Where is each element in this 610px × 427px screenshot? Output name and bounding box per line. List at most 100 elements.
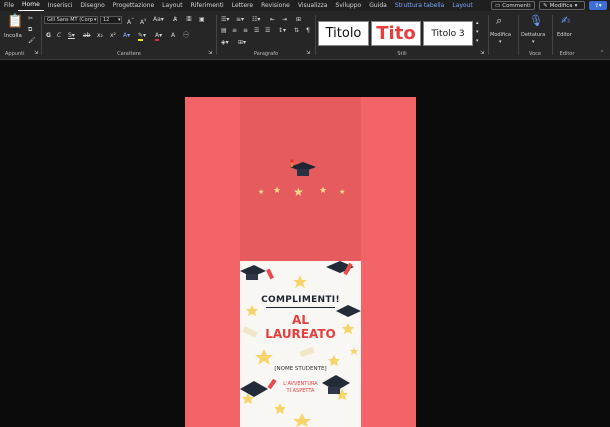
share-button[interactable]: ⇪▾ xyxy=(589,1,607,10)
stars-row: ★ ★ ★ ★ ★ xyxy=(255,185,350,199)
tab-layout-tabella[interactable]: Layout xyxy=(448,0,476,11)
format-painter-icon[interactable]: 🖌 xyxy=(28,37,36,45)
bold-icon[interactable]: G xyxy=(46,32,51,40)
star-icon: ★ xyxy=(319,186,328,196)
style-titolo-2-label: Tito xyxy=(376,23,416,44)
tab-guida[interactable]: Guida xyxy=(365,0,391,11)
tab-revisione[interactable]: Revisione xyxy=(257,0,294,11)
edit-mode-button[interactable]: ✎ Modifica ▾ xyxy=(539,1,585,10)
line-spacing-icon[interactable]: ↕▾ xyxy=(278,27,286,35)
star-icon: ★ xyxy=(339,188,346,196)
justify-icon[interactable]: ☰ xyxy=(254,27,259,35)
card-title-line2: LAUREATO xyxy=(265,327,336,341)
style-titolo[interactable]: Titolo xyxy=(318,21,369,46)
style-titolo-3[interactable]: Titolo 3 xyxy=(423,21,473,46)
tab-visualizza[interactable]: Visualizza xyxy=(294,0,332,11)
character-shading-icon[interactable]: A xyxy=(171,32,175,40)
character-border-icon[interactable]: ▣ xyxy=(199,16,205,24)
dialog-launcher-icon[interactable]: ⇲ xyxy=(34,49,38,57)
scroll-down-icon[interactable]: ▾ xyxy=(476,28,479,36)
align-left-icon[interactable]: ▤ xyxy=(221,27,227,35)
comments-button[interactable]: ▭ Commenti xyxy=(491,1,535,10)
tab-lettere[interactable]: Lettere xyxy=(228,0,257,11)
copy-icon[interactable]: ⧉ xyxy=(28,26,32,34)
tab-file[interactable]: File xyxy=(0,0,18,11)
align-right-icon[interactable]: ≡ xyxy=(243,27,248,35)
multilevel-list-icon[interactable]: ☷▾ xyxy=(252,16,260,24)
microphone-icon[interactable]: 🎙 xyxy=(529,15,543,27)
decrease-indent-icon[interactable]: ⇤ xyxy=(270,16,275,24)
shading-icon[interactable]: ◈▾ xyxy=(221,39,229,47)
underline-icon[interactable]: S▾ xyxy=(68,32,75,40)
highlight-icon[interactable]: ✎▾ xyxy=(138,32,146,41)
phonetic-guide-icon[interactable]: 亜 xyxy=(186,16,192,24)
tab-layout[interactable]: Layout xyxy=(158,0,186,11)
font-group-label: Carattere xyxy=(117,51,141,57)
editing-group[interactable]: ⌕ Modifica ▾ xyxy=(489,13,517,57)
styles-group-label: Stili xyxy=(397,51,407,57)
chevron-down-icon[interactable]: ▾ xyxy=(532,38,535,46)
voice-group-label: Voce xyxy=(529,51,541,57)
card-title-line1: AL xyxy=(292,313,309,327)
asian-layout-icon[interactable]: ⊞ xyxy=(296,16,301,24)
distributed-icon[interactable]: ☰ xyxy=(265,27,270,35)
clipboard-group: 📋 Incolla ✂ ⧉ 🖌 Appunti ⇲ xyxy=(2,13,40,58)
chevron-down-icon[interactable]: ▾ xyxy=(94,16,97,24)
dialog-launcher-icon[interactable]: ⇲ xyxy=(306,49,310,57)
tab-sviluppo[interactable]: Sviluppo xyxy=(331,0,365,11)
enclose-characters-icon[interactable]: ㊀ xyxy=(183,32,189,40)
chevron-down-icon: ▾ xyxy=(499,39,502,45)
graduation-cap-icon xyxy=(290,159,316,176)
text-effects-icon[interactable]: A▾ xyxy=(123,32,130,40)
tab-progettazione[interactable]: Progettazione xyxy=(109,0,158,11)
cut-icon[interactable]: ✂ xyxy=(28,15,33,23)
pencil-icon: ✎ xyxy=(543,2,548,9)
tab-struttura-tabella[interactable]: Struttura tabella xyxy=(391,0,449,11)
scroll-up-icon[interactable]: ▴ xyxy=(476,19,479,27)
paste-label[interactable]: Incolla xyxy=(4,32,22,40)
clear-formatting-icon[interactable]: A̷ xyxy=(173,16,177,24)
editor-label[interactable]: Editor xyxy=(557,31,572,39)
show-marks-icon[interactable]: ¶ xyxy=(306,27,310,35)
tab-home[interactable]: Home xyxy=(18,0,44,11)
greeting-card[interactable]: COMPLIMENTI! AL LAUREATO [NOME STUDENTE]… xyxy=(240,261,361,427)
font-name-select[interactable]: Gill Sans MT (Corp xyxy=(44,16,98,24)
editor-icon[interactable]: ✍ xyxy=(561,15,570,27)
tab-disegno[interactable]: Disegno xyxy=(76,0,108,11)
collapse-ribbon-icon[interactable]: ⌃ xyxy=(600,49,604,57)
grow-font-icon[interactable]: A^ xyxy=(127,16,134,27)
align-center-icon[interactable]: ≡ xyxy=(232,27,237,35)
sort-icon[interactable]: ⇅ xyxy=(294,27,299,35)
italic-icon[interactable]: C xyxy=(57,32,61,40)
more-styles-icon[interactable]: ▾ xyxy=(476,37,479,45)
subscript-icon[interactable]: x₂ xyxy=(97,32,103,40)
style-titolo-2[interactable]: Tito xyxy=(371,21,421,46)
tab-riferimenti[interactable]: Riferimenti xyxy=(187,0,228,11)
card-footer-line1: L'AVVENTURA xyxy=(283,381,318,387)
borders-icon[interactable]: ⊞▾ xyxy=(238,39,246,47)
dialog-launcher-icon[interactable]: ⇲ xyxy=(480,49,484,57)
voice-group: 🎙 Dettatura ▾ Voce xyxy=(519,13,551,58)
paste-icon[interactable]: 📋 xyxy=(7,15,23,29)
increase-indent-icon[interactable]: ⇥ xyxy=(282,16,287,24)
document-page[interactable]: ★ ★ ★ ★ ★ COMPLIMENTI! AL LAUREATO [NOME… xyxy=(185,97,416,427)
change-case-icon[interactable]: Aa▾ xyxy=(153,16,164,24)
editor-group: ✍ Editor Editor xyxy=(553,13,581,58)
search-icon: ⌕ xyxy=(496,14,503,27)
numbering-icon[interactable]: ≡▾ xyxy=(236,16,244,24)
bullets-icon[interactable]: ☰▾ xyxy=(221,16,229,24)
star-icon: ★ xyxy=(258,188,265,196)
card-footer-line2: TI ASPETTA xyxy=(286,388,315,394)
font-group: Gill Sans MT (Corp ▾ 12 ▾ A^ Av Aa▾ A̷ 亜… xyxy=(43,13,215,57)
student-name-placeholder[interactable]: [NOME STUDENTE] xyxy=(240,366,361,372)
strikethrough-icon[interactable]: ab xyxy=(83,32,91,40)
document-canvas: ★ ★ ★ ★ ★ COMPLIMENTI! AL LAUREATO [NOME… xyxy=(0,60,610,427)
tab-inserisci[interactable]: Inserisci xyxy=(44,0,77,11)
style-titolo-3-label: Titolo 3 xyxy=(431,28,465,39)
shrink-font-icon[interactable]: Av xyxy=(140,16,146,27)
superscript-icon[interactable]: x² xyxy=(110,32,116,40)
share-icon: ⇪▾ xyxy=(594,2,602,9)
font-color-icon[interactable]: A▾ xyxy=(155,32,162,41)
chevron-down-icon[interactable]: ▾ xyxy=(118,16,121,24)
dialog-launcher-icon[interactable]: ⇲ xyxy=(208,49,212,57)
